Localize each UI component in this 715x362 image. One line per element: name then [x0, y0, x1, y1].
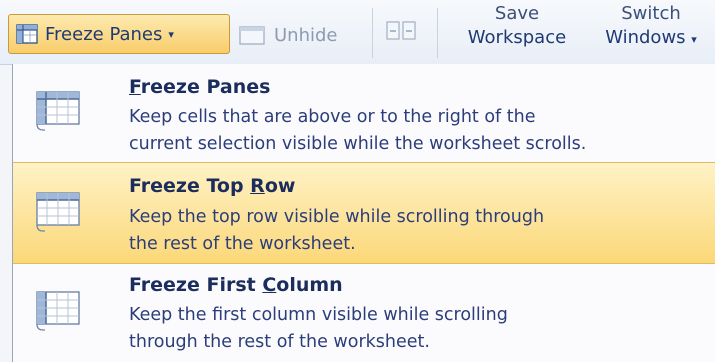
ribbon-separator: [372, 8, 373, 58]
freeze-panes-button[interactable]: Freeze Panes ▾: [8, 14, 230, 54]
menu-item-description-line2: the rest of the worksheet.: [129, 234, 356, 254]
freeze-panes-icon: [16, 24, 38, 44]
ribbon-separator: [437, 8, 438, 58]
title-rest: ow: [264, 175, 296, 197]
menu-item-description-line1: Keep the top row visible while scrolling…: [129, 207, 545, 227]
save-workspace-line1: Save: [494, 3, 540, 24]
menu-item-description-line2: through the rest of the worksheet.: [129, 332, 430, 352]
menu-item-title: Freeze Top Row: [129, 175, 295, 197]
switch-windows-line1: Switch: [621, 3, 681, 24]
menu-item-freeze-first-column[interactable]: Freeze First Column Keep the first colum…: [13, 264, 715, 362]
chevron-down-icon: ▾: [691, 33, 697, 46]
switch-windows-button[interactable]: Switch Windows ▾: [587, 2, 715, 52]
view-side-by-side-button[interactable]: [384, 18, 418, 44]
freeze-panes-grid-icon: [36, 91, 80, 131]
freeze-top-row-icon: [36, 192, 80, 232]
chevron-down-icon: ▾: [168, 27, 174, 41]
menu-item-title: Freeze First Column: [129, 274, 343, 296]
save-workspace-line2: Workspace: [467, 27, 567, 48]
menu-item-description-line1: Keep cells that are above or to the righ…: [129, 107, 536, 127]
menu-item-description-line2: current selection visible while the work…: [129, 134, 587, 154]
title-rest: reeze Panes: [140, 76, 271, 98]
view-side-by-side-icon: [386, 21, 416, 40]
view-ribbon: Freeze Panes ▾ Unhide Save Workspace Swi…: [0, 0, 715, 65]
title-prefix: Freeze First: [129, 274, 263, 296]
title-rest: olumn: [276, 274, 343, 296]
unhide-window-icon: [239, 26, 265, 45]
menu-item-description-line1: Keep the first column visible while scro…: [129, 305, 508, 325]
freeze-first-column-icon: [36, 291, 80, 331]
access-key: C: [262, 274, 277, 296]
access-key: F: [129, 76, 141, 98]
menu-item-freeze-top-row[interactable]: Freeze Top Row Keep the top row visible …: [13, 162, 715, 264]
freeze-panes-label: Freeze Panes: [45, 23, 163, 45]
access-key: R: [250, 175, 265, 197]
title-prefix: Freeze Top: [129, 175, 251, 197]
freeze-panes-dropdown: Freeze Panes Keep cells that are above o…: [12, 64, 715, 362]
menu-item-freeze-panes[interactable]: Freeze Panes Keep cells that are above o…: [13, 64, 715, 162]
unhide-button[interactable]: Unhide: [238, 18, 338, 52]
menu-item-title: Freeze Panes: [129, 76, 270, 98]
switch-windows-line2: Windows: [605, 27, 686, 48]
save-workspace-button[interactable]: Save Workspace: [450, 2, 584, 50]
unhide-label: Unhide: [274, 24, 338, 46]
